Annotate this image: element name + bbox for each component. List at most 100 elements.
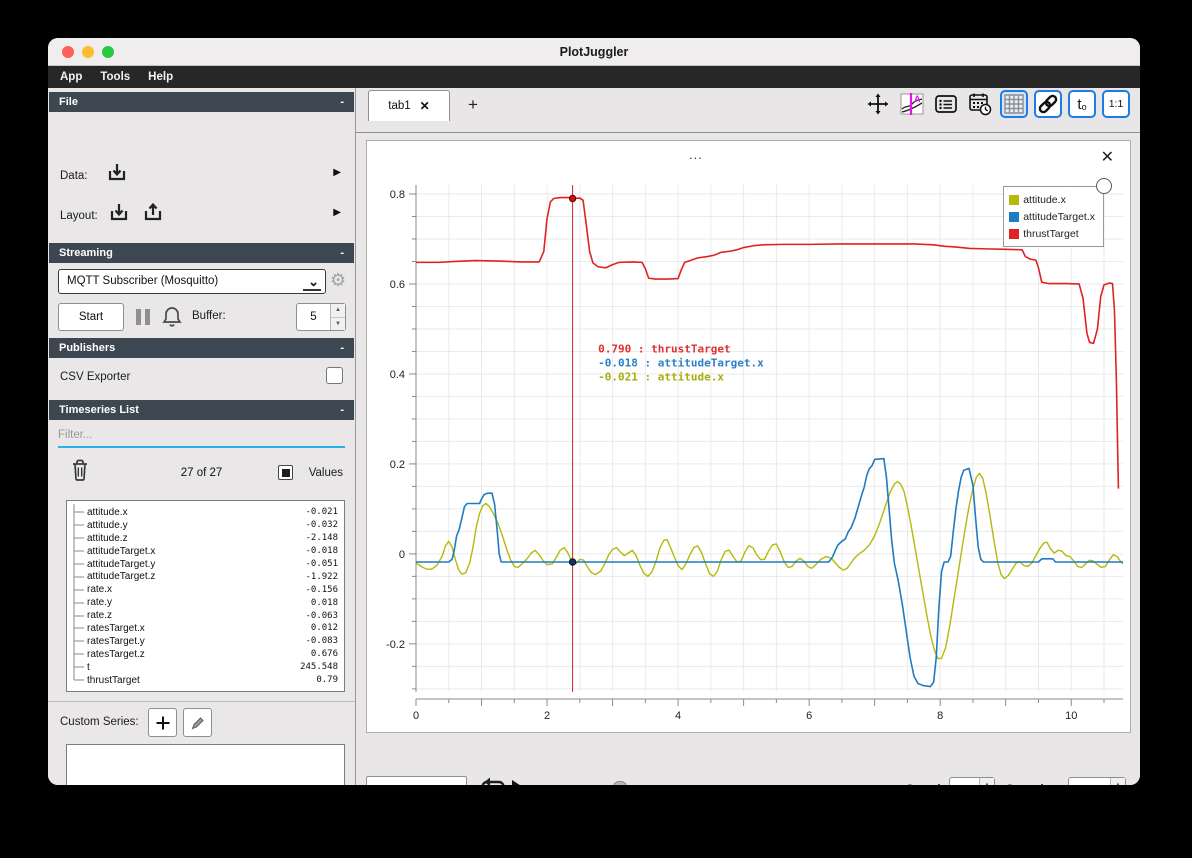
timeseries-row[interactable]: rate.z -0.063 bbox=[69, 607, 338, 623]
timeseries-row[interactable]: ratesTarget.x 0.012 bbox=[69, 620, 338, 636]
legend-label: attitudeTarget.x bbox=[1023, 210, 1095, 223]
list-icon bbox=[935, 95, 957, 113]
legend-entry[interactable]: attitudeTarget.x bbox=[1009, 208, 1095, 225]
section-header-publishers[interactable]: Publishers - bbox=[49, 338, 354, 358]
sidebar: File - Data: ▶ Layout: ▶ Streaming - MQT… bbox=[48, 88, 356, 785]
spin-down-icon[interactable]: ▼ bbox=[331, 317, 345, 330]
csv-exporter-checkbox[interactable] bbox=[326, 367, 343, 384]
notifications-bell-icon[interactable] bbox=[161, 305, 183, 329]
section-header-streaming[interactable]: Streaming - bbox=[49, 243, 354, 263]
combo-underline bbox=[303, 289, 321, 291]
calendar-clock-icon bbox=[969, 93, 992, 116]
speed-spinbox[interactable]: 1.0 ▲ ▼ bbox=[949, 777, 995, 785]
buffer-label: Buffer: bbox=[192, 310, 226, 322]
timeline-slider[interactable] bbox=[540, 781, 890, 785]
svg-text:8: 8 bbox=[937, 710, 943, 722]
timeseries-row[interactable]: attitudeTarget.x -0.018 bbox=[69, 543, 338, 559]
streaming-source-select[interactable]: MQTT Subscriber (Mosquitto) ⌄ bbox=[58, 269, 326, 294]
datetime-button[interactable] bbox=[966, 90, 994, 118]
time-offset-button[interactable]: to bbox=[1068, 90, 1096, 118]
section-title: Timeseries List bbox=[59, 404, 139, 416]
spin-up-icon[interactable]: ▲ bbox=[980, 778, 994, 785]
pause-icon[interactable] bbox=[134, 307, 152, 327]
svg-text:-0.2: -0.2 bbox=[386, 639, 405, 651]
custom-series-list[interactable] bbox=[66, 744, 345, 785]
series-name: attitudeTarget.z bbox=[87, 571, 156, 583]
timeseries-list[interactable]: attitude.x -0.021 attitude.y -0.032 atti… bbox=[66, 500, 345, 692]
data-expand-arrow[interactable]: ▶ bbox=[333, 167, 341, 178]
timeseries-row[interactable]: attitudeTarget.z -1.922 bbox=[69, 568, 338, 584]
timeseries-row[interactable]: attitude.x -0.021 bbox=[69, 504, 338, 520]
menu-help[interactable]: Help bbox=[148, 71, 173, 83]
menu-tools[interactable]: Tools bbox=[100, 71, 130, 83]
section-title: Publishers bbox=[59, 342, 116, 354]
move-tool-button[interactable] bbox=[864, 90, 892, 118]
filter-input[interactable] bbox=[58, 424, 345, 446]
timeseries-row[interactable]: rate.x -0.156 bbox=[69, 581, 338, 597]
legend-entry[interactable]: thrustTarget bbox=[1009, 225, 1095, 242]
load-layout-icon[interactable] bbox=[106, 200, 132, 226]
svg-text:10: 10 bbox=[1065, 710, 1077, 722]
save-layout-icon[interactable] bbox=[140, 200, 166, 226]
buffer-value: 5 bbox=[310, 311, 317, 323]
legend-entry[interactable]: attitude.x bbox=[1009, 191, 1095, 208]
edit-custom-series-button[interactable] bbox=[183, 708, 212, 737]
start-button[interactable]: Start bbox=[58, 303, 124, 331]
buffer-spinbox[interactable]: 5 ▲ ▼ bbox=[296, 303, 346, 331]
section-header-timeseries[interactable]: Timeseries List - bbox=[49, 400, 354, 420]
legend-swatch bbox=[1009, 211, 1020, 222]
divider bbox=[48, 701, 355, 702]
plot-close-icon[interactable]: ✕ bbox=[1101, 147, 1114, 167]
layout-expand-arrow[interactable]: ▶ bbox=[333, 207, 341, 218]
series-value: 0.012 bbox=[310, 623, 338, 634]
svg-text:0.8: 0.8 bbox=[390, 189, 405, 201]
add-custom-series-button[interactable] bbox=[148, 708, 177, 737]
section-header-file[interactable]: File - bbox=[49, 92, 354, 112]
slider-handle[interactable] bbox=[613, 781, 627, 785]
timeseries-row[interactable]: ratesTarget.z 0.676 bbox=[69, 646, 338, 662]
ratio-button[interactable]: 1:1 bbox=[1102, 90, 1130, 118]
window-title: PlotJuggler bbox=[559, 45, 629, 59]
new-tab-button[interactable]: + bbox=[460, 92, 486, 118]
spin-up-icon[interactable]: ▲ bbox=[331, 304, 345, 318]
series-value: -0.032 bbox=[305, 520, 338, 531]
svg-text:0: 0 bbox=[413, 710, 419, 722]
pencil-icon bbox=[191, 716, 204, 729]
timeseries-row[interactable]: ratesTarget.y -0.083 bbox=[69, 633, 338, 649]
series-value: 0.018 bbox=[310, 597, 338, 608]
values-checkbox[interactable] bbox=[278, 465, 293, 480]
loop-button[interactable] bbox=[478, 776, 508, 785]
chart-canvas[interactable]: 0 2 4 6 8 10 -0.2 0 0.2 0.4 0.6 0.8 0.790 : thrustT… bbox=[367, 175, 1132, 730]
tab-tab1[interactable]: tab1 ✕ bbox=[368, 90, 450, 121]
timeseries-row[interactable]: attitude.z -2.148 bbox=[69, 530, 338, 546]
plot-legend[interactable]: attitude.x attitudeTarget.x thrustTarget bbox=[1003, 186, 1104, 247]
play-button[interactable] bbox=[512, 780, 529, 785]
series-value: -0.018 bbox=[305, 546, 338, 557]
series-value: -0.021 bbox=[305, 507, 338, 518]
plot-splitter-handle[interactable]: ... bbox=[689, 147, 703, 162]
timeseries-row[interactable]: rate.y 0.018 bbox=[69, 594, 338, 610]
spin-up-icon[interactable]: ▲ bbox=[1111, 778, 1125, 785]
curve-list-button[interactable] bbox=[932, 90, 960, 118]
tracker-readout: -0.018 : attitudeTarget.x bbox=[598, 356, 764, 369]
link-axes-button[interactable] bbox=[1034, 90, 1062, 118]
tab-close-icon[interactable]: ✕ bbox=[420, 99, 430, 113]
timeseries-row[interactable]: thrustTarget 0.79 bbox=[69, 672, 338, 687]
svg-text:6: 6 bbox=[806, 710, 812, 722]
series-name: ratesTarget.y bbox=[87, 635, 145, 647]
timeseries-row[interactable]: t 245.548 bbox=[69, 659, 338, 675]
timeseries-row[interactable]: attitudeTarget.y -0.051 bbox=[69, 556, 338, 572]
timeseries-row[interactable]: attitude.y -0.032 bbox=[69, 517, 338, 533]
time-display[interactable]: 2.390 bbox=[366, 776, 467, 785]
step-size-spinbox[interactable]: 0.000 ▲ ▼ bbox=[1068, 777, 1126, 785]
load-data-icon[interactable] bbox=[104, 160, 130, 186]
legend-knob[interactable] bbox=[1096, 178, 1112, 194]
series-name: attitudeTarget.x bbox=[87, 545, 156, 557]
tracker-tool-button[interactable]: A bbox=[898, 90, 926, 118]
menu-app[interactable]: App bbox=[60, 71, 82, 83]
speed-label: Speed: bbox=[906, 784, 944, 785]
streaming-settings-gear-icon[interactable]: ⚙ bbox=[330, 270, 346, 291]
svg-text:0: 0 bbox=[399, 549, 405, 561]
grid-toggle-button[interactable] bbox=[1000, 90, 1028, 118]
series-value: -2.148 bbox=[305, 533, 338, 544]
